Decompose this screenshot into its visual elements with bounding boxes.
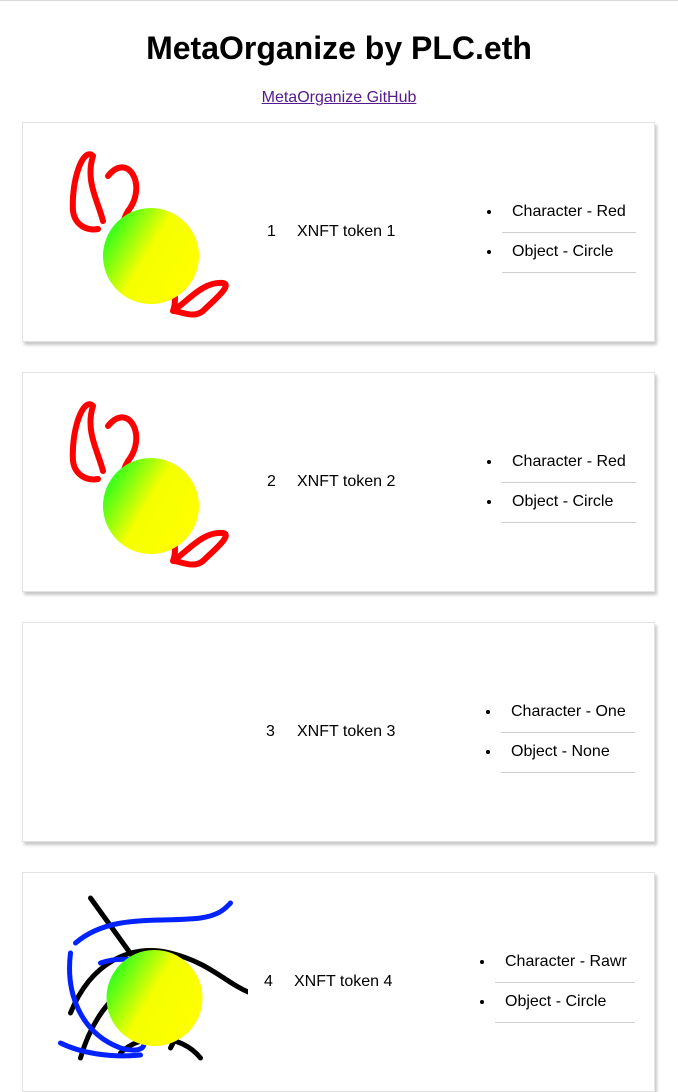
attribute-item: Character - Rawr — [495, 943, 635, 983]
attribute-list: Character - Red Object - Circle — [478, 193, 636, 273]
token-card: 4 XNFT token 4 Character - Rawr Object -… — [22, 872, 655, 1092]
token-name: XNFT token 3 — [297, 723, 396, 740]
attribute-list: Character - One Object - None — [477, 693, 635, 773]
page-title: MetaOrganize by PLC.eth — [146, 30, 532, 66]
token-image — [69, 401, 229, 568]
token-name: XNFT token 2 — [297, 473, 396, 490]
attribute-list: Character - Red Object - Circle — [478, 443, 636, 523]
attribute-item: Character - Red — [502, 443, 636, 483]
token-card: 3 XNFT token 3 Character - One Object - … — [22, 622, 655, 842]
token-card: 1 XNFT token 1 Character - Red Object - … — [22, 122, 655, 342]
attribute-list: Character - Rawr Object - Circle — [471, 943, 635, 1023]
attribute-item: Character - One — [501, 693, 635, 733]
github-link[interactable]: MetaOrganize GitHub — [0, 88, 678, 108]
attribute-item: Object - None — [501, 733, 635, 773]
attribute-item: Object - Circle — [495, 983, 635, 1023]
token-index: 3 — [266, 723, 275, 740]
top-divider — [0, 0, 678, 1]
token-index: 1 — [267, 223, 276, 240]
token-image — [58, 895, 248, 1061]
token-index: 2 — [267, 473, 276, 490]
token-name: XNFT token 4 — [294, 973, 393, 990]
token-index: 4 — [264, 973, 273, 990]
attribute-item: Object - Circle — [502, 233, 636, 273]
token-image — [69, 151, 229, 318]
attribute-item: Object - Circle — [502, 483, 636, 523]
attribute-item: Character - Red — [502, 193, 636, 233]
token-name: XNFT token 1 — [297, 223, 396, 240]
token-card: 2 XNFT token 2 Character - Red Object - … — [22, 372, 655, 592]
